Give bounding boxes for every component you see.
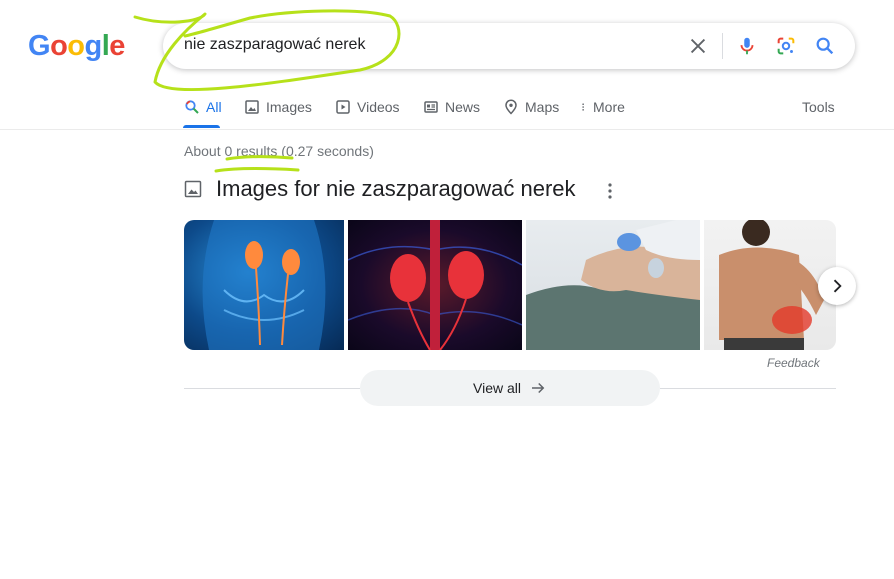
logo-letter: e: [109, 30, 125, 62]
back-examination-image: [526, 220, 700, 350]
images-section-header: Images for nie zaszparagować nerek: [184, 176, 576, 202]
search-icon: [185, 100, 199, 114]
tab-label: Maps: [525, 99, 560, 115]
image-result-back-exam[interactable]: [526, 220, 700, 350]
google-lens-button[interactable]: [775, 35, 797, 57]
kidneys-anatomy-image: [202, 220, 326, 350]
images-section-menu-button[interactable]: [601, 181, 619, 201]
tabs-divider: [0, 129, 894, 130]
view-all-button[interactable]: View all: [360, 370, 660, 406]
image-icon: [245, 100, 259, 114]
tab-label: More: [593, 99, 625, 115]
search-bar-divider: [722, 33, 723, 59]
search-icon: [816, 37, 834, 55]
google-logo[interactable]: Google: [28, 28, 125, 64]
logo-letter: g: [84, 30, 103, 62]
tab-videos[interactable]: Videos: [335, 96, 400, 118]
image-icon: [184, 180, 202, 198]
more-vert-icon: [582, 103, 584, 111]
logo-letter: o: [67, 30, 85, 62]
arrow-right-icon: [532, 382, 545, 394]
logo-letter: o: [50, 30, 68, 62]
result-stats: About 0 results (0.27 seconds): [184, 143, 374, 159]
search-input[interactable]: nie zaszparagować nerek: [184, 36, 365, 54]
tab-label: News: [445, 99, 481, 115]
images-section-title[interactable]: Images for nie zaszparagować nerek: [216, 176, 576, 202]
tab-images[interactable]: Images: [244, 96, 312, 118]
logo-letter: G: [28, 30, 51, 62]
search-bar[interactable]: nie zaszparagować nerek: [163, 23, 855, 69]
tab-label: Videos: [357, 99, 400, 115]
tab-label: Images: [266, 99, 312, 115]
tab-label: All: [206, 99, 222, 115]
image-result-kidneys-xray[interactable]: [184, 220, 344, 350]
tab-all[interactable]: All: [184, 96, 222, 118]
active-tab-indicator: [183, 125, 220, 128]
microphone-icon: [740, 37, 754, 55]
feedback-link[interactable]: Feedback: [767, 356, 820, 370]
close-icon: [690, 38, 706, 54]
back-pain-image: [719, 220, 824, 350]
clear-search-button[interactable]: [687, 35, 709, 57]
tab-maps[interactable]: Maps: [503, 96, 559, 118]
play-icon: [336, 100, 350, 114]
more-vert-icon: [608, 183, 612, 199]
view-all-rule-left: [184, 388, 360, 389]
image-result-back-pain[interactable]: [704, 220, 836, 350]
google-lens-icon: [777, 37, 795, 55]
view-all-rule-right: [660, 388, 836, 389]
view-all-label: View all: [473, 380, 521, 396]
results-underline-2: [214, 167, 300, 173]
image-result-kidneys-red[interactable]: [348, 220, 522, 350]
voice-search-button[interactable]: [736, 35, 758, 57]
tools-button[interactable]: Tools: [802, 96, 835, 118]
tab-news[interactable]: News: [423, 96, 480, 118]
newspaper-icon: [424, 101, 438, 113]
tab-more[interactable]: More: [580, 96, 625, 118]
chevron-right-icon: [833, 279, 842, 293]
kidneys-vessels-image: [348, 220, 522, 350]
tools-label: Tools: [802, 99, 835, 115]
map-pin-icon: [505, 99, 517, 115]
next-images-button[interactable]: [818, 267, 856, 305]
search-button[interactable]: [814, 35, 836, 57]
